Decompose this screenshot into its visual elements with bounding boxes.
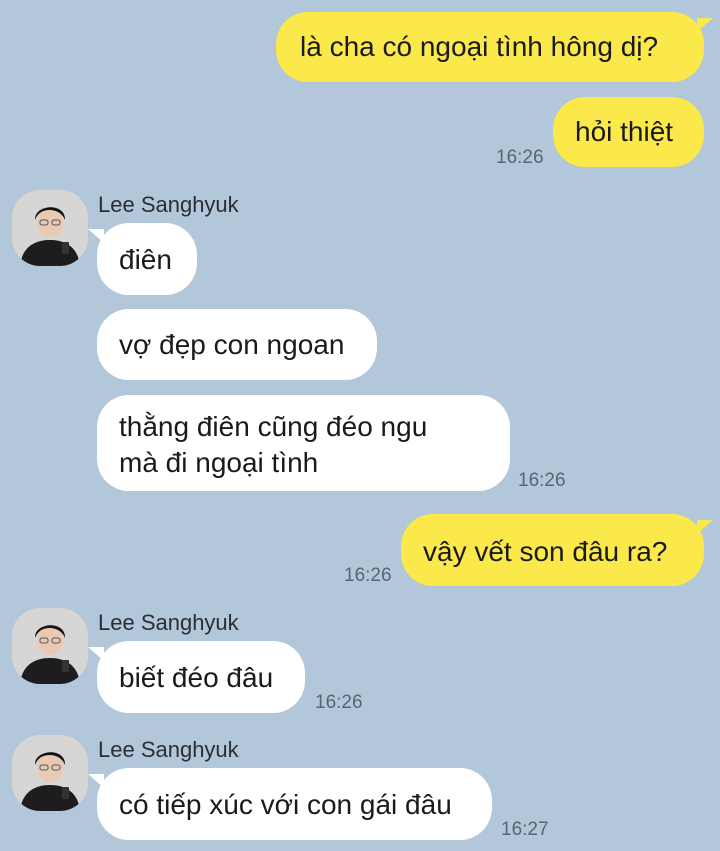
message-text: điên [119, 244, 172, 275]
message-text: biết đéo đâu [119, 662, 274, 693]
contact-avatar[interactable] [12, 735, 88, 811]
incoming-message[interactable]: thằng điên cũng đéo ngu mà đi ngoại tình [97, 395, 510, 491]
message-text: có tiếp xúc với con gái đâu [119, 789, 452, 820]
incoming-message[interactable]: điên [88, 223, 197, 295]
sender-name: Lee Sanghyuk [98, 737, 239, 762]
outgoing-message[interactable]: vậy vết son đâu ra? [401, 514, 713, 586]
incoming-message[interactable]: vợ đẹp con ngoan [97, 309, 377, 380]
message-time: 16:26 [344, 565, 392, 586]
message-text-line: mà đi ngoại tình [119, 447, 319, 478]
incoming-message[interactable]: biết đéo đâu [88, 641, 305, 713]
outgoing-message[interactable]: là cha có ngoại tình hông dị? [276, 12, 713, 82]
sender-name: Lee Sanghyuk [98, 610, 239, 635]
contact-avatar[interactable] [12, 190, 88, 266]
message-text: hỏi thiệt [575, 116, 674, 147]
message-text: vợ đẹp con ngoan [119, 329, 345, 360]
person-avatar-icon [12, 190, 88, 266]
message-time: 16:26 [315, 692, 363, 713]
person-avatar-icon [12, 735, 88, 811]
message-time: 16:26 [518, 470, 566, 491]
message-text: là cha có ngoại tình hông dị? [300, 31, 659, 62]
message-time: 16:27 [501, 819, 549, 840]
chat-thread[interactable]: là cha có ngoại tình hông dị? 16:26 hỏi … [0, 0, 720, 851]
person-avatar-icon [12, 608, 88, 684]
contact-avatar[interactable] [12, 608, 88, 684]
message-time: 16:26 [496, 147, 544, 168]
sender-name: Lee Sanghyuk [98, 192, 239, 217]
outgoing-message[interactable]: hỏi thiệt [553, 97, 704, 167]
incoming-message[interactable]: có tiếp xúc với con gái đâu [88, 768, 492, 840]
message-text: vậy vết son đâu ra? [423, 536, 668, 567]
message-text-line: thằng điên cũng đéo ngu [119, 411, 428, 442]
